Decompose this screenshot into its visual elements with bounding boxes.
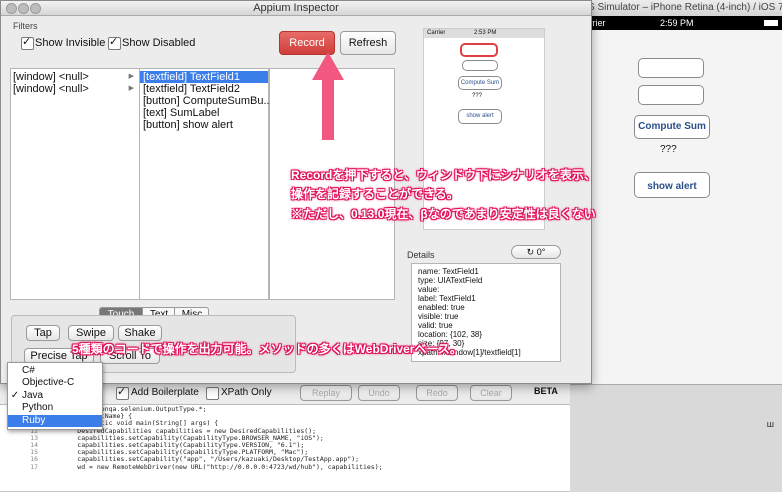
tree-row-label: [textfield] TextField1 [143,71,241,83]
tree-row[interactable]: [text] SumLabel [140,107,268,119]
tree-column-2: [textfield] TextField1 [textfield] TextFi… [139,68,273,300]
language-menu-label: Java [22,389,44,401]
language-menu-item[interactable]: ✓ Java [8,390,102,402]
annotation-record-line2: 操作を記録することができる。 [291,187,459,201]
swipe-button[interactable]: Swipe [68,325,114,341]
filters-label: Filters [13,21,38,31]
details-line: name: TextField1 [418,267,479,276]
preview-sum-label: ??? [472,93,483,99]
check-icon: ✓ [10,389,20,401]
annotation-record-line1: Recordを押下すると、ウィンドウ下にシナリオを表示、 [291,168,596,182]
code-line: 17 wd = new RemoteWebDriver(new URL("htt… [10,462,570,471]
simulator-title: iOS Simulator – iPhone Retina (4-inch) /… [578,2,782,13]
show-invisible-label: Show Invisible [35,37,106,49]
details-line: label: TextField1 [418,294,476,303]
replay-button[interactable]: Replay [300,385,352,401]
disclosure-arrow-icon: ▶ [128,85,134,92]
sim-compute-sum-button[interactable]: Compute Sum [634,115,710,139]
details-line: type: UIATextField [418,276,483,285]
clear-button[interactable]: Clear [470,385,512,401]
xpath-only-checkbox[interactable] [206,387,219,400]
tree-row-label: [window] <null> [13,71,89,83]
disclosure-arrow-icon: ▶ [128,73,134,80]
ios-simulator-window: iOS Simulator – iPhone Retina (4-inch) /… [570,0,782,492]
beta-badge: BETA [534,386,558,396]
sim-textfield-2[interactable] [638,85,704,105]
sim-corner-text: ш [766,419,774,429]
tree-row[interactable]: [button] ComputeSumBu... [140,95,273,107]
simulator-title-bar: iOS Simulator – iPhone Retina (4-inch) /… [570,0,782,17]
details-line: enabled: true [418,303,465,312]
language-menu-item[interactable]: C# [8,365,102,377]
preview-textfield-1[interactable] [460,43,498,57]
preview-status-bar: Carrier 2:53 PM [424,29,544,38]
minimize-icon[interactable] [18,3,29,14]
code-text: wd = new RemoteWebDriver(new URL("http:/… [46,462,383,471]
preview-time: 2:53 PM [474,30,497,36]
rotate-icon: ↻ [526,247,537,257]
preview-textfield-2[interactable] [462,60,498,71]
xpath-only-label: XPath Only [221,387,272,398]
show-disabled-checkbox[interactable] [108,35,121,50]
details-line: valid: true [418,321,453,330]
language-menu-label: Ruby [22,414,46,426]
language-menu: C# Objective-C ✓ Java Python Ruby [7,362,103,430]
language-menu-item[interactable]: Python [8,402,102,414]
simulator-status-bar: Carrier 2:59 PM [570,16,782,30]
line-number: 17 [30,462,38,471]
redo-button[interactable]: Redo [416,385,458,401]
annotation-code-note: 5種類のコードで操作を出力可能。メソッドの多くはWebDriverベース。 [72,342,462,356]
annotation-record-line3: ※ただし、0.13.0現在、βなのであまり安定性は良くない [291,207,596,221]
tree-row[interactable]: [textfield] TextField1 [140,71,268,83]
shake-button[interactable]: Shake [118,325,162,341]
undo-button[interactable]: Undo [358,385,400,401]
preview-compute-button[interactable]: Compute Sum [458,76,502,90]
tree-column-1: [window] <null> ▶ [window] <null> ▶ [10,68,140,300]
tree-row[interactable]: [textfield] TextField2 [140,83,268,95]
tree-row[interactable]: [window] <null> ▶ [13,71,137,83]
rotate-value: 0° [536,247,546,257]
rotate-button[interactable]: ↻ 0° [511,245,561,259]
tree-row-label: [button] ComputeSumBu... [143,95,273,107]
zoom-icon[interactable] [30,3,41,14]
window-title: Appium Inspector [253,2,339,14]
show-invisible-checkbox[interactable] [21,35,34,50]
language-menu-label: Python [22,402,54,414]
tree-row-label: [button] show alert [143,119,233,131]
language-menu-item[interactable]: Objective-C [8,377,102,389]
add-boilerplate-checkbox[interactable] [116,385,129,400]
battery-icon [764,20,778,26]
sim-show-alert-button[interactable]: show alert [634,172,710,198]
sim-lower-area: ш [570,384,782,492]
language-menu-label: Objective-C [22,377,75,389]
tree-row-label: [textfield] TextField2 [143,83,241,95]
sim-textfield-1[interactable] [638,58,704,78]
details-line: location: {102, 38} [418,330,483,339]
sim-time: 2:59 PM [660,18,694,28]
details-label: Details [407,250,435,260]
preview-alert-button[interactable]: show alert [458,109,502,124]
refresh-button[interactable]: Refresh [340,31,396,55]
details-line: visible: true [418,312,459,321]
preview-carrier: Carrier [427,30,446,36]
pink-arrow-icon [312,52,344,140]
sim-sum-label: ??? [660,144,677,155]
tree-row-label: [window] <null> [13,83,89,95]
tap-button[interactable]: Tap [26,325,60,341]
add-boilerplate-label: Add Boilerplate [131,387,199,398]
tree-row[interactable]: [window] <null> ▶ [13,83,137,95]
language-menu-label: C# [22,365,35,376]
details-line: value: [418,285,440,294]
language-menu-item[interactable]: Ruby [8,414,102,427]
title-bar: Appium Inspector [1,1,591,16]
sim-show-alert-label: show alert [647,181,697,192]
close-icon[interactable] [6,3,17,14]
tree-row[interactable]: [button] show alert [140,119,268,131]
tree-row-label: [text] SumLabel [143,107,220,119]
show-disabled-label: Show Disabled [122,37,196,49]
